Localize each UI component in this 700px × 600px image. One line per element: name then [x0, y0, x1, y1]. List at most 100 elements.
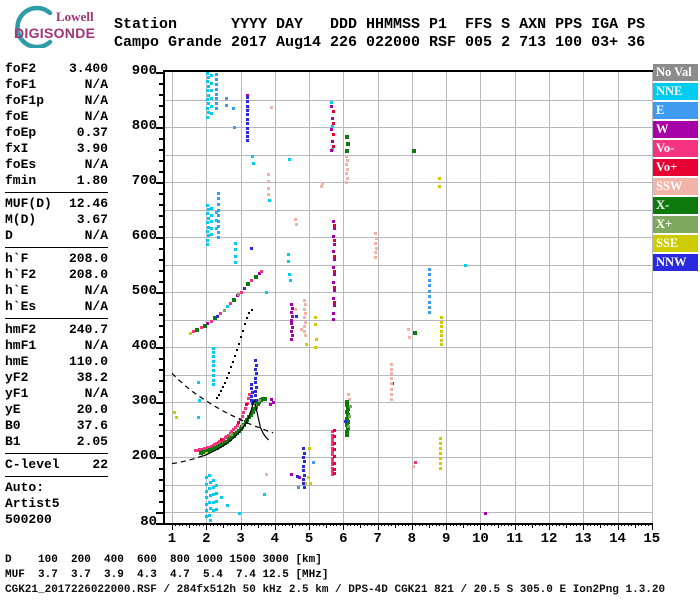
header-line-columns: Station YYYY DAY DDD HHMMSS P1 FFS S AXN… [114, 16, 646, 33]
x-axis-tick [243, 523, 245, 526]
x-axis-tick [343, 523, 345, 530]
x-axis-tick [603, 523, 605, 526]
x-axis-tick [415, 523, 417, 526]
parameter-label: h`Es [5, 299, 37, 314]
x-axis-tick [394, 523, 396, 528]
x-axis-tick [620, 523, 622, 526]
legend-item-vo-: Vo- [653, 140, 698, 157]
x-axis-tick [387, 523, 389, 526]
y-axis-tick [159, 303, 163, 305]
parameter-label: yF2 [5, 370, 29, 385]
parameter-value: N/A [84, 109, 108, 124]
y-axis-tick [159, 281, 163, 283]
x-axis-tick [651, 523, 653, 530]
x-axis-tick [247, 523, 249, 526]
parameter-row: foF1p N/A [5, 93, 108, 109]
y-axis-tick [159, 138, 163, 140]
x-axis-tick [305, 523, 307, 526]
y-axis-label: 600 [131, 228, 157, 244]
x-axis-tick [442, 523, 444, 526]
legend-item-vo-: Vo+ [653, 159, 698, 176]
parameter-row: 500200 [5, 512, 108, 528]
x-axis-tick [511, 523, 513, 526]
x-axis-tick [408, 523, 410, 526]
x-axis-label: 5 [304, 531, 314, 547]
x-axis-tick [631, 523, 633, 526]
x-axis-tick [172, 523, 173, 530]
y-axis-tick [159, 490, 163, 492]
x-axis-tick [370, 523, 372, 526]
parameter-label: D [5, 228, 13, 243]
x-axis-tick [288, 523, 290, 526]
parameter-separator [5, 247, 108, 248]
parameter-label: hmF1 [5, 338, 37, 353]
parameter-label: foF1 [5, 77, 37, 92]
parameter-label: h`F2 [5, 267, 37, 282]
x-axis-label: 3 [236, 531, 245, 547]
x-axis-tick [456, 523, 458, 526]
x-axis-tick [213, 523, 215, 526]
parameter-separator [5, 318, 108, 319]
parameter-row: foEs N/A [5, 157, 108, 173]
parameter-value: 3.90 [76, 141, 108, 156]
x-axis-tick [624, 523, 626, 526]
y-axis-label: 400 [131, 338, 157, 354]
x-axis-tick [182, 523, 184, 526]
y-axis-tick [156, 127, 163, 129]
x-axis-tick [250, 523, 252, 526]
x-axis-tick [590, 523, 592, 526]
parameter-row: fxI 3.90 [5, 141, 108, 157]
parameter-value: 240.7 [68, 322, 108, 337]
y-axis-label: 500 [131, 283, 157, 299]
parameter-label: Auto: [5, 480, 45, 495]
x-axis-tick [435, 523, 437, 526]
x-axis-tick [614, 523, 616, 526]
x-axis-tick [524, 523, 526, 526]
parameter-label: fxI [5, 141, 29, 156]
x-axis-tick [607, 523, 609, 526]
x-axis-tick [326, 523, 328, 528]
x-axis-tick [555, 523, 557, 526]
x-axis-tick [278, 523, 280, 526]
parameter-label: hmF2 [5, 322, 37, 337]
y-axis-tick [159, 413, 163, 415]
parameter-row: yE 20.0 [5, 402, 108, 418]
x-axis-tick [548, 523, 550, 530]
legend-item-w: W [653, 121, 698, 138]
x-axis-tick [518, 523, 520, 526]
y-axis-label: 200 [131, 448, 157, 464]
y-axis-tick [159, 160, 163, 162]
y-axis-tick [159, 358, 163, 360]
ionogram-parameters-panel: foF2 3.400 foF1 N/A foF1p N/A foE N/A foEp 0.37 fx… [5, 61, 108, 528]
lowell-digisonde-logo: Lowell DIGISONDE [4, 4, 112, 48]
x-axis-tick [209, 523, 211, 526]
parameter-value: 0.37 [76, 125, 108, 140]
parameter-value: N/A [84, 93, 108, 108]
parameter-row: h`F2 208.0 [5, 267, 108, 283]
x-axis-tick [586, 523, 588, 526]
parameter-label: foF1p [5, 93, 45, 108]
y-axis-tick [159, 336, 163, 338]
x-axis-tick [453, 523, 454, 526]
x-axis-tick [302, 523, 304, 526]
y-axis-label: 800 [131, 118, 157, 134]
parameter-value: 2.05 [76, 434, 108, 449]
x-axis-tick [466, 523, 468, 526]
x-axis-tick [545, 523, 547, 526]
x-axis-tick [641, 523, 643, 526]
parameter-row: M(D) 3.67 [5, 212, 108, 228]
x-axis-tick [477, 523, 478, 526]
x-axis-tick [216, 523, 218, 526]
x-axis-label: 11 [506, 531, 524, 547]
x-axis-tick [459, 523, 461, 526]
x-axis-tick [617, 523, 619, 530]
parameter-value: 20.0 [76, 402, 108, 417]
parameter-label: C-level [5, 457, 60, 472]
legend-item-nnw: NNW [653, 254, 698, 271]
muf-table-distance-row: D 100 200 400 600 800 1000 1500 3000 [km… [5, 554, 322, 566]
x-axis-tick [264, 523, 266, 526]
parameter-value: 22 [92, 457, 108, 472]
x-axis-tick [333, 523, 335, 526]
x-axis-tick [401, 523, 403, 526]
parameter-label: foEs [5, 157, 37, 172]
